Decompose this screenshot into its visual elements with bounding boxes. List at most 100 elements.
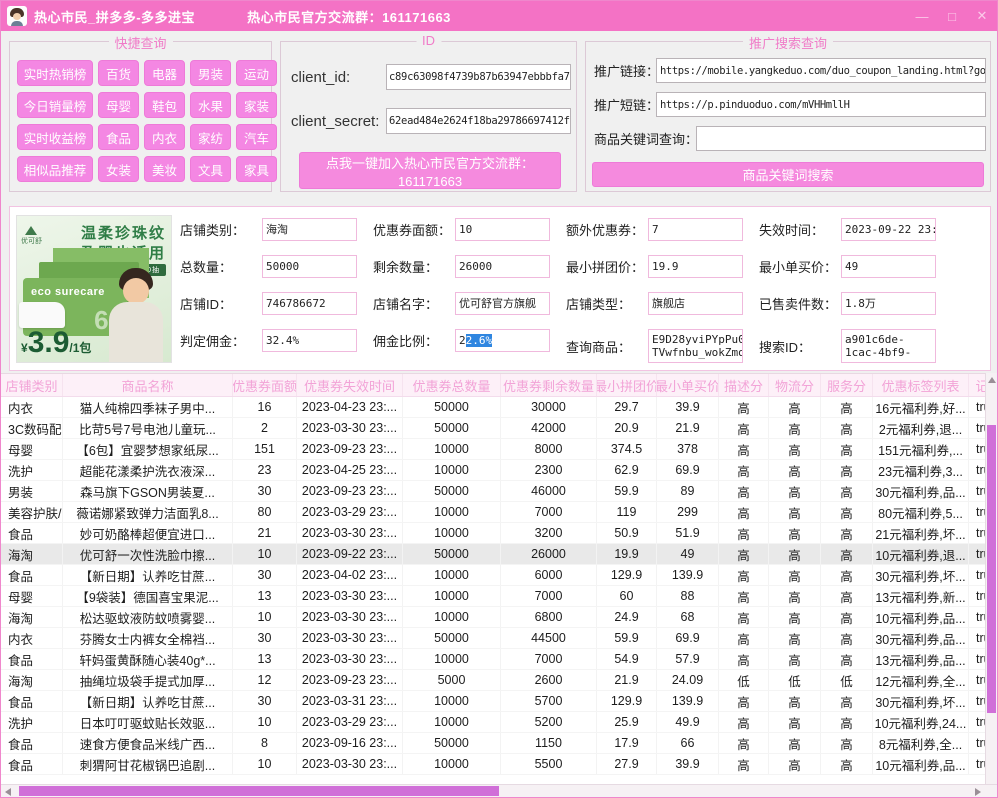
table-row-4[interactable]: 男装森马旗下GSON男装夏...302023-09-23 23:...50000… (1, 481, 987, 502)
table-cell: 高 (821, 712, 873, 732)
quick-query-button-2-2[interactable]: 内衣 (144, 124, 185, 150)
table-cell: 【6包】宜婴梦想家纸尿... (63, 439, 233, 459)
table-row-3[interactable]: 洗护超能花漾柔护洗衣液深...232023-04-25 23:...100002… (1, 460, 987, 481)
table-row-6[interactable]: 食品妙可奶酪棒超便宜进口...212023-03-30 23:...100003… (1, 523, 987, 544)
table-header-cell-7[interactable]: 最小单买价 (657, 374, 719, 396)
client-id-input[interactable]: c89c63098f4739b87b63947ebbbfa7 (386, 64, 571, 90)
quick-query-button-1-0[interactable]: 今日销量榜 (17, 92, 93, 118)
minimize-icon[interactable]: — (907, 1, 937, 31)
vertical-scrollbar[interactable] (985, 373, 997, 786)
table-row-10[interactable]: 海淘松达驱蚊液防蚊喷雾婴...102023-03-30 23:...100006… (1, 607, 987, 628)
table-header-cell-8[interactable]: 描述分 (719, 374, 769, 396)
table-header-cell-11[interactable]: 优惠标签列表 (873, 374, 969, 396)
table-header-cell-5[interactable]: 优惠券剩余数量 (501, 374, 597, 396)
scroll-right-icon[interactable] (975, 788, 981, 796)
horizontal-scrollbar-thumb[interactable] (19, 786, 499, 796)
client-secret-input[interactable]: 62ead484e2624f18ba29786697412f (386, 108, 571, 134)
quick-query-button-1-2[interactable]: 鞋包 (144, 92, 185, 118)
table-row-14[interactable]: 食品【新日期】认养吃甘蔗...302023-03-31 23:...100005… (1, 691, 987, 712)
detail-field-input[interactable]: E9D28yviPYpPu0 TVwfnbu_wokZmo (648, 329, 743, 363)
table-cell: 46000 (501, 481, 597, 501)
keyword-search-button[interactable]: 商品关键词搜索 (592, 162, 984, 187)
detail-field-input[interactable]: 22.6% (455, 329, 550, 352)
vertical-scrollbar-thumb[interactable] (987, 425, 996, 713)
detail-field-input[interactable]: 1.8万 (841, 292, 936, 315)
table-row-9[interactable]: 母婴【9袋装】德国喜宝果泥...132023-03-30 23:...10000… (1, 586, 987, 607)
quick-query-button-3-0[interactable]: 相似品推荐 (17, 156, 93, 182)
detail-field-input[interactable]: 19.9 (648, 255, 743, 278)
table-cell: 2300 (501, 460, 597, 480)
table-cell: 129.9 (597, 691, 657, 711)
scroll-left-icon[interactable] (5, 788, 11, 796)
detail-field-input[interactable]: 10 (455, 218, 550, 241)
quick-query-button-1-1[interactable]: 母婴 (98, 92, 139, 118)
detail-field-input[interactable]: 优可舒官方旗舰 (455, 292, 550, 315)
table-header-cell-2[interactable]: 优惠券面额 (233, 374, 297, 396)
table-cell: 高 (769, 586, 821, 606)
detail-field-input[interactable]: a901c6de- 1cac-4bf9- (841, 329, 936, 363)
quick-query-button-3-2[interactable]: 美妆 (144, 156, 185, 182)
table-cell: 【9袋装】德国喜宝果泥... (63, 586, 233, 606)
quick-query-button-0-2[interactable]: 电器 (144, 60, 185, 86)
quick-query-button-3-4[interactable]: 家具 (236, 156, 277, 182)
quick-query-button-2-4[interactable]: 汽车 (236, 124, 277, 150)
table-header-cell-4[interactable]: 优惠券总数量 (403, 374, 501, 396)
keyword-query-input[interactable] (696, 126, 986, 151)
detail-field-input[interactable]: 7 (648, 218, 743, 241)
quick-query-button-2-3[interactable]: 家纺 (190, 124, 231, 150)
quick-query-button-0-3[interactable]: 男装 (190, 60, 231, 86)
table-row-5[interactable]: 美容护肤/...薇诺娜紧致弹力洁面乳8...802023-03-29 23:..… (1, 502, 987, 523)
detail-field-input[interactable]: 50000 (262, 255, 357, 278)
table-row-1[interactable]: 3C数码配件比苛5号7号电池儿童玩...22023-03-30 23:...50… (1, 418, 987, 439)
table-row-17[interactable]: 食品刺猬阿甘花椒锅巴追剧...102023-03-30 23:...100005… (1, 754, 987, 775)
quick-query-button-0-1[interactable]: 百货 (98, 60, 139, 86)
table-cell: 优可舒一次性洗脸巾擦... (63, 544, 233, 564)
quick-query-button-3-1[interactable]: 女装 (98, 156, 139, 182)
quick-query-button-2-1[interactable]: 食品 (98, 124, 139, 150)
detail-field-input[interactable]: 49 (841, 255, 936, 278)
detail-fields: 店铺类别：海淘总数量：50000店铺ID：746786672判定佣金：32.4%… (180, 217, 952, 377)
detail-field-input[interactable]: 旗舰店 (648, 292, 743, 315)
table-header-cell-1[interactable]: 商品名称 (63, 374, 233, 396)
close-icon[interactable]: ✕ (967, 1, 997, 31)
table-row-2[interactable]: 母婴【6包】宜婴梦想家纸尿...1512023-09-23 23:...1000… (1, 439, 987, 460)
detail-field-input[interactable]: 26000 (455, 255, 550, 278)
product-price: ¥3.9/1包 (21, 326, 91, 360)
table-row-8[interactable]: 食品【新日期】认养吃甘蔗...302023-04-02 23:...100006… (1, 565, 987, 586)
horizontal-scrollbar[interactable] (1, 784, 998, 797)
table-row-11[interactable]: 内衣芬腾女士内裤女全棉裆...302023-03-30 23:...500004… (1, 628, 987, 649)
table-header-cell-0[interactable]: 店铺类别 (1, 374, 63, 396)
table-cell: 高 (719, 586, 769, 606)
table-cell: 高 (769, 418, 821, 438)
join-group-button[interactable]: 点我一键加入热心市民官方交流群：161171663 (299, 152, 561, 189)
table-header-cell-6[interactable]: 最小拼团价 (597, 374, 657, 396)
table-header-cell-9[interactable]: 物流分 (769, 374, 821, 396)
quick-query-button-0-4[interactable]: 运动 (236, 60, 277, 86)
quick-query-button-2-0[interactable]: 实时收益榜 (17, 124, 93, 150)
table-cell: 13 (233, 649, 297, 669)
quick-query-button-1-3[interactable]: 水果 (190, 92, 231, 118)
maximize-icon[interactable]: □ (937, 1, 967, 31)
table-header-cell-10[interactable]: 服务分 (821, 374, 873, 396)
table-row-13[interactable]: 海淘抽绳垃圾袋手提式加厚...122023-09-23 23:...500026… (1, 670, 987, 691)
detail-field-input[interactable]: 2023-09-22 23:5 (841, 218, 936, 241)
product-image[interactable]: 优可舒 温柔珍珠纹 孕婴也适用 珍珠纹 | 50抽 eco surecare 6… (16, 215, 172, 363)
table-header-cell-3[interactable]: 优惠券失效时间 (297, 374, 403, 396)
promo-link-input[interactable]: https://mobile.yangkeduo.com/duo_coupon_… (656, 58, 986, 83)
quick-query-button-0-0[interactable]: 实时热销榜 (17, 60, 93, 86)
quick-query-button-1-4[interactable]: 家装 (236, 92, 277, 118)
table-row-12[interactable]: 食品轩妈蛋黄酥随心装40g*...132023-03-30 23:...1000… (1, 649, 987, 670)
detail-field-input[interactable]: 海淘 (262, 218, 357, 241)
table-row-7[interactable]: 海淘优可舒一次性洗脸巾擦...102023-09-22 23:...500002… (1, 544, 987, 565)
table-row-0[interactable]: 内衣猫人纯棉四季袜子男中...162023-04-23 23:...500003… (1, 397, 987, 418)
table-row-15[interactable]: 洗护日本叮叮驱蚊贴长效驱...102023-03-29 23:...100005… (1, 712, 987, 733)
detail-field-input[interactable]: 746786672 (262, 292, 357, 315)
table-cell: 2023-04-02 23:... (297, 565, 403, 585)
scroll-up-icon[interactable] (988, 377, 996, 383)
table-row-16[interactable]: 食品速食方便食品米线广西...82023-09-16 23:...5000011… (1, 733, 987, 754)
table-cell: 44500 (501, 628, 597, 648)
promo-short-input[interactable]: https://p.pinduoduo.com/mVHHmllH (656, 92, 986, 117)
detail-field-input[interactable]: 32.4% (262, 329, 357, 352)
table-cell: 高 (821, 523, 873, 543)
quick-query-button-3-3[interactable]: 文具 (190, 156, 231, 182)
